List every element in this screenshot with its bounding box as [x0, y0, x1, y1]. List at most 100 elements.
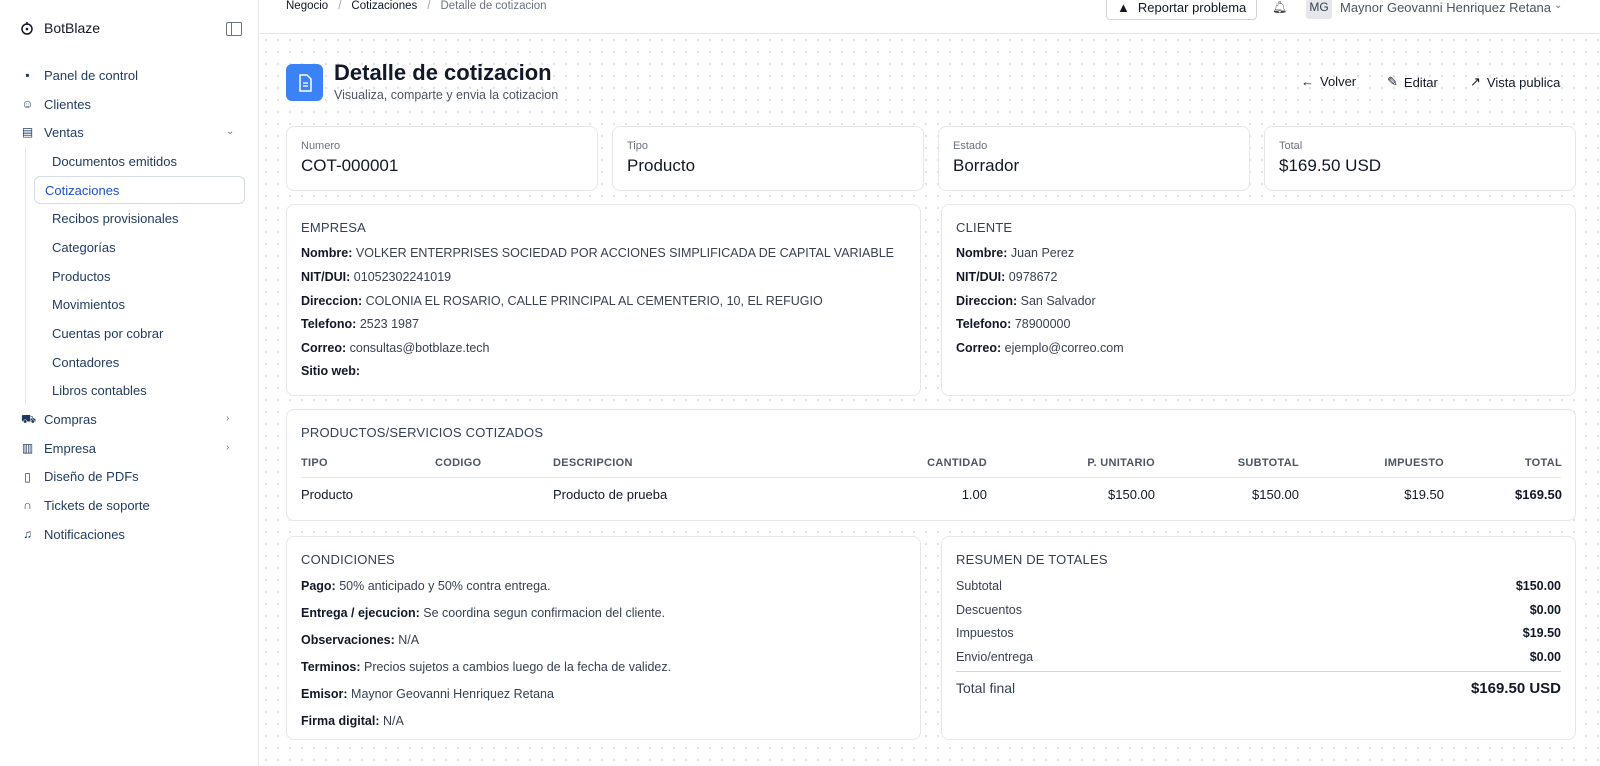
sidebar-subitem-documentos[interactable]: Documentos emitidos [34, 147, 245, 176]
stat-value: $169.50 USD [1279, 156, 1382, 175]
sidebar-item-label: Empresa [44, 440, 97, 456]
ventas-submenu: Documentos emitidos Cotizaciones Recibos… [25, 147, 259, 406]
stat-value: Producto [627, 156, 696, 175]
total-final-value: $169.50 USD [1470, 680, 1561, 697]
breadcrumb-separator: / [427, 0, 431, 12]
page-title: Detalle de cotizacion [334, 60, 552, 85]
condicion-terminos: Terminos: Precios sujetos a cambios lueg… [301, 660, 672, 674]
cart-icon: ⛟ [21, 412, 37, 427]
public-view-button[interactable]: ↗ Vista publica [1470, 74, 1560, 90]
table-header: IMPUESTO [1384, 457, 1444, 469]
sidebar-subitem-cotizaciones[interactable]: Cotizaciones [34, 175, 245, 205]
condicion-observaciones: Observaciones: N/A [301, 633, 420, 647]
stat-label: Total [1279, 140, 1303, 152]
condiciones-card: CONDICIONES Pago: 50% anticipado y 50% c… [286, 536, 921, 740]
edit-button[interactable]: ✎ Editar [1387, 74, 1438, 90]
arrow-left-icon: ← [1301, 74, 1314, 89]
sidebar-item-panel[interactable]: ▪ Panel de control [0, 61, 259, 90]
cliente-nombre: Nombre: Juan Perez [956, 246, 1075, 260]
condicion-firma: Firma digital: N/A [301, 714, 404, 728]
stat-label: Numero [301, 140, 341, 152]
empresa-correo: Correo: consultas@botblaze.tech [301, 341, 490, 355]
summary-row: Descuentos $0.00 [956, 603, 1561, 617]
sidebar-item-label: Tickets de soporte [44, 498, 150, 514]
breadcrumb: Negocio / Cotizaciones / Detalle de coti… [286, 0, 547, 12]
topbar: Negocio / Cotizaciones / Detalle de coti… [260, 0, 1600, 34]
sidebar-item-label: Diseño de PDFs [44, 469, 139, 485]
notifications-bell-icon[interactable]: 🔔︎ [1272, 0, 1287, 14]
sidebar-item-empresa[interactable]: ▥ Empresa › [0, 434, 259, 463]
chevron-right-icon: › [226, 441, 230, 453]
sidebar-subitem-recibos[interactable]: Recibos provisionales [34, 204, 245, 233]
warning-icon: ▲ [1117, 0, 1130, 15]
sidebar-item-label: Notificaciones [44, 526, 125, 542]
table-header: DESCRIPCION [553, 457, 633, 469]
cliente-correo: Correo: ejemplo@correo.com [956, 341, 1124, 355]
sidebar-item-ventas[interactable]: ▤ Ventas ⌄ [0, 118, 259, 147]
sidebar-subitem-movimientos[interactable]: Movimientos [34, 291, 245, 320]
report-problem-button[interactable]: ▲ Reportar problema [1106, 0, 1258, 20]
section-title: CONDICIONES [301, 552, 395, 567]
stat-card-numero: Numero COT-000001 [286, 126, 598, 191]
sidebar: BotBlaze ▪ Panel de control ☺ Clientes ▤… [0, 0, 259, 766]
avatar[interactable]: MG [1306, 0, 1332, 19]
chevron-right-icon: › [226, 413, 230, 425]
bell-icon: ♫ [23, 527, 32, 541]
chevron-down-icon[interactable]: ⌄ [1554, 0, 1562, 11]
table-header: P. UNITARIO [1087, 457, 1155, 469]
cliente-card: CLIENTE Nombre: Juan Perez NIT/DUI: 0978… [941, 204, 1576, 396]
sidebar-item-clientes[interactable]: ☺ Clientes [0, 90, 259, 119]
sidebar-nav: ▪ Panel de control ☺ Clientes ▤ Ventas ⌄… [0, 61, 259, 549]
cliente-direccion: Direccion: San Salvador [956, 294, 1096, 308]
sidebar-item-compras[interactable]: ⛟ Compras › [0, 405, 259, 434]
table-cell: Producto de prueba [553, 487, 668, 502]
back-button[interactable]: ← Volver [1301, 74, 1356, 89]
sidebar-item-notificaciones[interactable]: ♫ Notificaciones [0, 520, 259, 549]
sidebar-toggle-icon[interactable] [226, 22, 242, 36]
stat-label: Estado [953, 140, 988, 152]
breadcrumb-item[interactable]: Negocio [286, 0, 328, 12]
user-name[interactable]: Maynor Geovanni Henriquez Retana [1340, 0, 1551, 15]
logo-icon [21, 22, 33, 35]
stat-label: Tipo [627, 140, 648, 152]
cliente-telefono: Telefono: 78900000 [956, 317, 1071, 331]
empresa-sitio-web: Sitio web: [301, 364, 361, 378]
table-cell: $150.00 [1108, 487, 1155, 502]
brand[interactable]: BotBlaze [20, 20, 100, 36]
sidebar-subitem-libros[interactable]: Libros contables [34, 377, 245, 406]
table-cell: $19.50 [1404, 487, 1444, 502]
stat-card-estado: Estado Borrador [938, 126, 1250, 191]
file-icon: ▯ [24, 469, 31, 484]
stat-card-tipo: Tipo Producto [612, 126, 924, 191]
summary-row: Impuestos $19.50 [956, 626, 1561, 640]
sidebar-subitem-productos[interactable]: Productos [34, 262, 245, 291]
sidebar-subitem-categorias[interactable]: Categorías [34, 233, 245, 262]
public-view-label: Vista publica [1486, 74, 1561, 90]
receipt-icon: ▤ [21, 125, 34, 140]
table-cell: $169.50 [1515, 487, 1562, 502]
breadcrumb-separator: / [338, 0, 342, 12]
empresa-nombre: Nombre: VOLKER ENTERPRISES SOCIEDAD POR … [301, 246, 894, 260]
table-cell: 1.00 [961, 487, 987, 502]
sidebar-item-tickets[interactable]: ∩ Tickets de soporte [0, 491, 259, 520]
sidebar-item-pdfs[interactable]: ▯ Diseño de PDFs [0, 463, 259, 492]
condicion-emisor: Emisor: Maynor Geovanni Henriquez Retana [301, 687, 554, 701]
summary-divider [956, 671, 1561, 672]
document-icon [286, 64, 323, 101]
edit-icon: ✎ [1387, 74, 1398, 89]
sidebar-subitem-cuentas[interactable]: Cuentas por cobrar [34, 319, 245, 348]
sidebar-item-label: Ventas [44, 125, 84, 141]
resumen-card: RESUMEN DE TOTALES Subtotal $150.00 Descu… [941, 536, 1576, 740]
table-header: TOTAL [1524, 457, 1562, 469]
edit-label: Editar [1403, 74, 1438, 90]
breadcrumb-item[interactable]: Cotizaciones [351, 0, 417, 12]
section-title: EMPRESA [301, 220, 366, 235]
grid-icon: ▪ [25, 68, 30, 82]
table-divider [301, 477, 1561, 478]
sidebar-subitem-contadores[interactable]: Contadores [34, 348, 245, 377]
empresa-direccion: Direccion: COLONIA EL ROSARIO, CALLE PRI… [301, 294, 823, 308]
empresa-nit: NIT/DUI: 01052302241019 [301, 270, 452, 284]
breadcrumb-current: Detalle de cotizacion [440, 0, 547, 12]
external-link-icon: ↗ [1470, 74, 1481, 89]
sidebar-item-label: Clientes [44, 96, 91, 112]
